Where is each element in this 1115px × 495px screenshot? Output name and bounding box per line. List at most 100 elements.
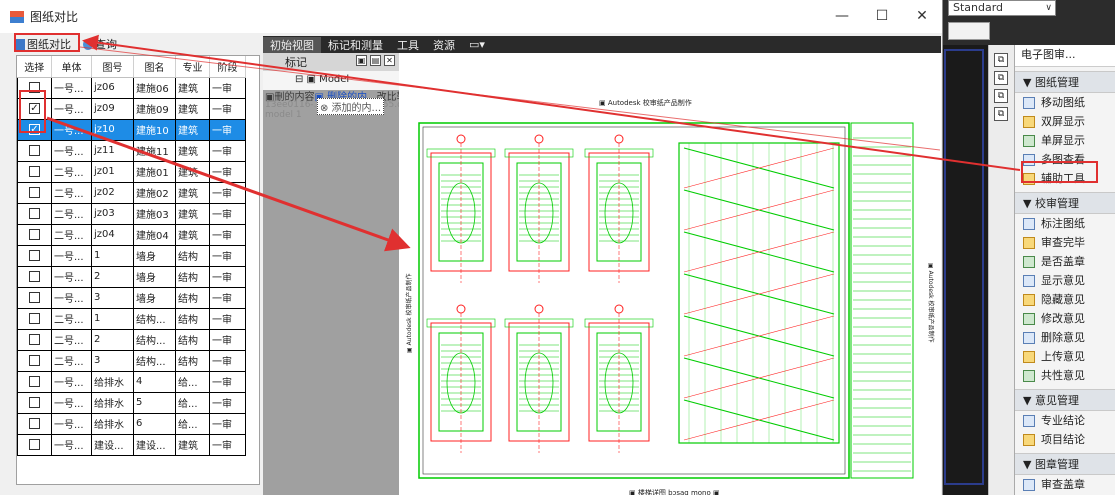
window-tile-icon[interactable]: ⧉: [994, 53, 1008, 67]
column-header[interactable]: 选择: [17, 56, 52, 78]
table-row[interactable]: 一号... 给排水 5 给... 一审: [17, 391, 246, 414]
major-cell: 给...: [175, 391, 210, 414]
window-cascade-icon[interactable]: ⧉: [994, 71, 1008, 85]
panel-section-header[interactable]: ▼ 校审管理: [1015, 192, 1115, 214]
table-row[interactable]: 二号... 1 结构... 结构 一审: [17, 307, 246, 330]
select-cell[interactable]: [17, 328, 52, 351]
table-row[interactable]: 一号... jz11 建施11 建筑 一审: [17, 139, 246, 162]
panel-tool-item[interactable]: 隐藏意见: [1015, 290, 1115, 309]
row-checkbox[interactable]: [29, 291, 40, 303]
select-cell[interactable]: [17, 181, 52, 204]
table-row[interactable]: 一号... 建设... 建设... 建筑 一审: [17, 433, 246, 456]
table-row[interactable]: 一号... 2 墙身 结构 一审: [17, 265, 246, 288]
table-row[interactable]: 二号... 3 结构... 结构 一审: [17, 349, 246, 372]
table-row[interactable]: 一号... 3 墙身 结构 一审: [17, 286, 246, 309]
column-header[interactable]: 图名: [133, 56, 176, 78]
panel-tool-item[interactable]: 审查完毕: [1015, 233, 1115, 252]
window-split-icon[interactable]: ⧉: [994, 107, 1008, 121]
panel-close-icon[interactable]: ✕: [384, 55, 395, 66]
row-checkbox[interactable]: [29, 375, 40, 387]
table-row[interactable]: 二号... jz03 建施03 建筑 一审: [17, 202, 246, 225]
table-row[interactable]: 一号... 给排水 6 给... 一审: [17, 412, 246, 435]
select-cell[interactable]: [17, 223, 52, 246]
row-checkbox[interactable]: [29, 270, 40, 282]
panel-tool-item[interactable]: 单屏显示: [1015, 131, 1115, 150]
table-row[interactable]: 二号... jz01 建施01 建筑 一审: [17, 160, 246, 183]
table-row[interactable]: 二号... jz04 建施04 建筑 一审: [17, 223, 246, 246]
minimize-button[interactable]: —: [822, 0, 862, 33]
row-checkbox[interactable]: [29, 438, 40, 450]
row-checkbox[interactable]: [29, 354, 40, 366]
row-checkbox[interactable]: [29, 333, 40, 345]
row-checkbox[interactable]: [29, 312, 40, 324]
select-cell[interactable]: [17, 433, 52, 456]
row-checkbox[interactable]: [29, 228, 40, 240]
panel-section-header[interactable]: ▼ 意见管理: [1015, 389, 1115, 411]
panel-tool-item[interactable]: 移动图纸: [1015, 93, 1115, 112]
stage-cell: 一审: [209, 265, 246, 288]
select-cell[interactable]: [17, 244, 52, 267]
window-stack-icon[interactable]: ⧉: [994, 89, 1008, 103]
markup-tree-model[interactable]: ⊟ ▣ Model: [263, 71, 399, 85]
panel-tool-item[interactable]: 项目结论: [1015, 430, 1115, 449]
select-cell[interactable]: [17, 202, 52, 225]
row-checkbox[interactable]: [29, 396, 40, 408]
panel-section-header[interactable]: ▼ 图纸管理: [1015, 71, 1115, 93]
table-row[interactable]: ✓ 一号... jz09 建施09 建筑 一审: [17, 97, 246, 120]
close-button[interactable]: ✕: [902, 0, 942, 33]
table-row[interactable]: 一号... 给排水 4 给... 一审: [17, 370, 246, 393]
cad-drawing-area[interactable]: ▣ Autodesk 校审纸产品制作 ▣ 楼梯详图 bɔsaq mono ▣ ▣ A…: [399, 53, 941, 495]
select-cell[interactable]: [17, 370, 52, 393]
panel-section-header[interactable]: ▼ 图章管理: [1015, 453, 1115, 475]
panel-dock-icon[interactable]: ▤: [370, 55, 381, 66]
select-cell[interactable]: [17, 139, 52, 162]
column-header[interactable]: 图号: [91, 56, 134, 78]
row-checkbox[interactable]: [29, 186, 40, 198]
select-cell[interactable]: [17, 286, 52, 309]
select-cell[interactable]: [17, 412, 52, 435]
tool-label: 隐藏意见: [1041, 293, 1085, 306]
panel-pin-icon[interactable]: ▣: [356, 55, 367, 66]
row-checkbox[interactable]: [29, 417, 40, 429]
row-checkbox[interactable]: [29, 207, 40, 219]
major-cell: 建筑: [175, 223, 210, 246]
drawing-list-grid: 选择 单体 图号 图名 专业 阶段 一号... jz06 建施06 建筑 一审 ✓ 一号... jz09…: [16, 55, 260, 485]
select-cell[interactable]: [17, 307, 52, 330]
table-row[interactable]: 二号... jz02 建施02 建筑 一审: [17, 181, 246, 204]
viewer-tab[interactable]: 标记和测量: [321, 37, 390, 53]
secondary-combo[interactable]: [948, 22, 990, 40]
row-checkbox[interactable]: [29, 249, 40, 261]
column-header[interactable]: 阶段: [209, 56, 246, 78]
panel-tool-item[interactable]: 标注图纸: [1015, 214, 1115, 233]
viewer-tab[interactable]: 初始视图: [263, 36, 321, 53]
column-header[interactable]: 单体: [51, 56, 92, 78]
panel-tool-item[interactable]: 专业结论: [1015, 411, 1115, 430]
select-cell[interactable]: [17, 349, 52, 372]
maximize-button[interactable]: ☐: [862, 0, 902, 33]
select-cell[interactable]: [17, 391, 52, 414]
panel-tool-item[interactable]: 是否盖章: [1015, 252, 1115, 271]
style-combo[interactable]: Standard ∨: [948, 0, 1056, 16]
panel-tool-item[interactable]: 修改意见: [1015, 309, 1115, 328]
panel-tool-item[interactable]: 双屏显示: [1015, 112, 1115, 131]
row-checkbox[interactable]: [29, 165, 40, 177]
panel-tool-item[interactable]: 删除意见: [1015, 328, 1115, 347]
panel-tool-item[interactable]: 审查盖章: [1015, 475, 1115, 494]
viewer-tab[interactable]: ▭▾: [462, 38, 492, 51]
drawing-no-cell: 3: [91, 286, 134, 309]
panel-tool-item[interactable]: 共性意见: [1015, 366, 1115, 385]
overlay-added-item[interactable]: ⊗ 添加的内...: [317, 98, 385, 115]
viewer-tab[interactable]: 资源: [426, 37, 462, 53]
row-checkbox[interactable]: [29, 144, 40, 156]
table-row[interactable]: 二号... 2 结构... 结构 一审: [17, 328, 246, 351]
select-cell[interactable]: [17, 160, 52, 183]
table-row[interactable]: ✓ 一号... jz10 建施10 建筑 一审: [17, 118, 246, 141]
query-button[interactable]: 查询: [80, 35, 120, 53]
panel-tool-item[interactable]: 显示意见: [1015, 271, 1115, 290]
table-row[interactable]: 一号... jz06 建施06 建筑 一审: [17, 76, 246, 99]
column-header[interactable]: 专业: [175, 56, 210, 78]
table-row[interactable]: 一号... 1 墙身 结构 一审: [17, 244, 246, 267]
select-cell[interactable]: [17, 265, 52, 288]
panel-tool-item[interactable]: 上传意见: [1015, 347, 1115, 366]
viewer-tab[interactable]: 工具: [390, 37, 426, 53]
